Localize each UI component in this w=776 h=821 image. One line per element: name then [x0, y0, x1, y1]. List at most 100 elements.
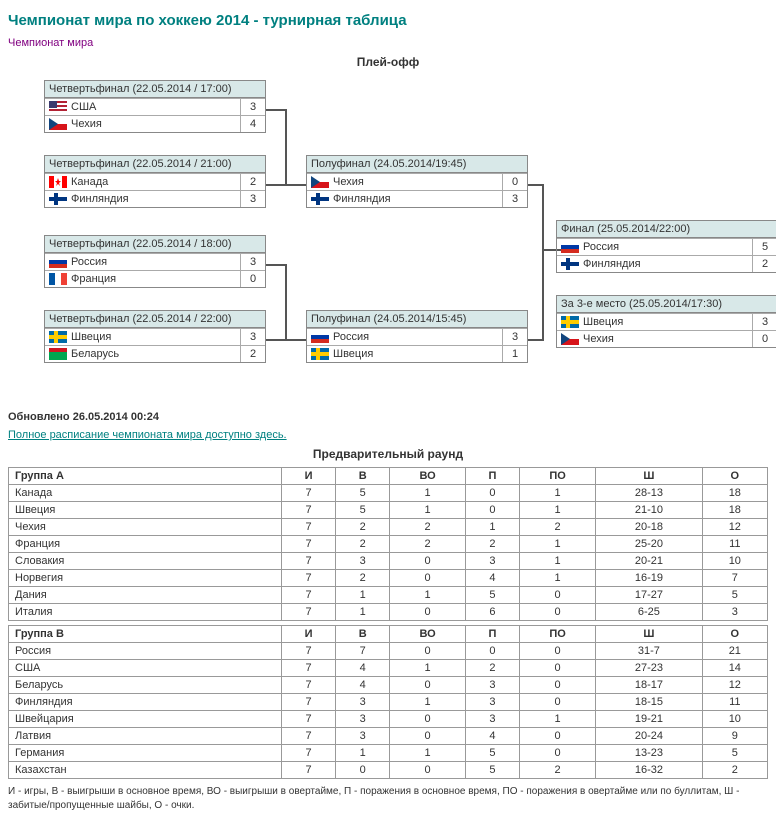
- page-title: Чемпионат мира по хоккею 2014 - турнирна…: [8, 12, 768, 29]
- team-name: Швеция: [583, 314, 752, 330]
- stat-cell: 6-25: [596, 604, 702, 621]
- stat-cell: 4: [336, 677, 390, 694]
- team-cell: Швейцария: [9, 711, 282, 728]
- flag-icon: [49, 256, 67, 268]
- quarterfinal-4: Четвертьфинал (22.05.2014 / 22:00)Швеция…: [44, 310, 266, 363]
- stat-cell: 1: [336, 604, 390, 621]
- stat-cell: 3: [465, 711, 519, 728]
- stat-cell: 3: [336, 694, 390, 711]
- stat-cell: 13-23: [596, 745, 702, 762]
- stat-cell: 9: [702, 728, 767, 745]
- flag-icon: [49, 118, 67, 130]
- stat-cell: 7: [282, 660, 336, 677]
- team-name: Финляндия: [71, 191, 240, 207]
- stat-cell: 5: [465, 587, 519, 604]
- stat-cell: 0: [390, 604, 466, 621]
- stat-cell: 1: [519, 553, 595, 570]
- col-header: Ш: [596, 468, 702, 485]
- table-row: Россия7700031-721: [9, 643, 768, 660]
- table-row: Дания7115017-275: [9, 587, 768, 604]
- stat-cell: 2: [336, 570, 390, 587]
- stat-cell: 1: [336, 587, 390, 604]
- stat-cell: 20-24: [596, 728, 702, 745]
- legend-text: И - игры, В - выигрыши в основное время,…: [8, 785, 768, 813]
- table-row: Италия710606-253: [9, 604, 768, 621]
- stat-cell: 6: [465, 604, 519, 621]
- stat-cell: 1: [519, 485, 595, 502]
- match-header: Полуфинал (24.05.2014/15:45): [307, 311, 527, 328]
- stat-cell: 7: [702, 570, 767, 587]
- stat-cell: 16-19: [596, 570, 702, 587]
- stat-cell: 2: [390, 519, 466, 536]
- team-cell: Беларусь: [9, 677, 282, 694]
- match-header: Четвертьфинал (22.05.2014 / 21:00): [45, 156, 265, 173]
- stat-cell: 1: [390, 485, 466, 502]
- team-score: 3: [502, 329, 527, 345]
- col-header: В: [336, 468, 390, 485]
- flag-icon: [311, 348, 329, 360]
- match-header: Полуфинал (24.05.2014/19:45): [307, 156, 527, 173]
- full-schedule-link[interactable]: Полное расписание чемпионата мира доступ…: [8, 429, 768, 441]
- team-score: 0: [752, 331, 776, 347]
- col-header: ПО: [519, 468, 595, 485]
- stat-cell: 3: [702, 604, 767, 621]
- match-header: Четвертьфинал (22.05.2014 / 17:00): [45, 81, 265, 98]
- flag-icon: [49, 176, 67, 188]
- group-b-table: Группа BИВВОППОШОРоссия7700031-721США741…: [8, 625, 768, 779]
- table-row: Норвегия7204116-197: [9, 570, 768, 587]
- stat-cell: 3: [336, 728, 390, 745]
- group-name: Группа B: [9, 626, 282, 643]
- team-cell: США: [9, 660, 282, 677]
- flag-icon: [49, 348, 67, 360]
- team-name: Франция: [71, 271, 240, 287]
- stat-cell: 0: [465, 502, 519, 519]
- playoff-heading: Плей-офф: [8, 55, 768, 69]
- team-score: 2: [240, 346, 265, 362]
- stat-cell: 7: [282, 745, 336, 762]
- stat-cell: 7: [282, 485, 336, 502]
- flag-icon: [561, 241, 579, 253]
- stat-cell: 10: [702, 711, 767, 728]
- team-name: Канада: [71, 174, 240, 190]
- match-header: За 3-е место (25.05.2014/17:30): [557, 296, 776, 313]
- stat-cell: 0: [390, 677, 466, 694]
- stat-cell: 0: [519, 728, 595, 745]
- col-header: ВО: [390, 468, 466, 485]
- stat-cell: 2: [336, 536, 390, 553]
- team-cell: Канада: [9, 485, 282, 502]
- quarterfinal-3: Четвертьфинал (22.05.2014 / 18:00)Россия…: [44, 235, 266, 288]
- team-name: США: [71, 99, 240, 115]
- stat-cell: 0: [465, 485, 519, 502]
- stat-cell: 0: [519, 587, 595, 604]
- stat-cell: 18: [702, 485, 767, 502]
- breadcrumb[interactable]: Чемпионат мира: [8, 37, 768, 49]
- group-name: Группа A: [9, 468, 282, 485]
- stat-cell: 7: [282, 677, 336, 694]
- stat-cell: 2: [519, 762, 595, 779]
- team-name: Чехия: [583, 331, 752, 347]
- flag-icon: [49, 193, 67, 205]
- team-cell: Норвегия: [9, 570, 282, 587]
- stat-cell: 3: [336, 553, 390, 570]
- table-row: Беларусь7403018-1712: [9, 677, 768, 694]
- final-match: Финал (25.05.2014/22:00)Россия5Финляндия…: [556, 220, 776, 273]
- table-row: США7412027-2314: [9, 660, 768, 677]
- stat-cell: 27-23: [596, 660, 702, 677]
- col-header: ВО: [390, 626, 466, 643]
- stat-cell: 10: [702, 553, 767, 570]
- stat-cell: 7: [282, 762, 336, 779]
- team-name: Швеция: [333, 346, 502, 362]
- match-header: Четвертьфинал (22.05.2014 / 18:00): [45, 236, 265, 253]
- stat-cell: 18: [702, 502, 767, 519]
- stat-cell: 0: [519, 677, 595, 694]
- team-name: Швеция: [71, 329, 240, 345]
- flag-icon: [49, 273, 67, 285]
- flag-icon: [561, 333, 579, 345]
- stat-cell: 0: [390, 728, 466, 745]
- col-header: О: [702, 626, 767, 643]
- prelim-heading: Предварительный раунд: [8, 447, 768, 461]
- stat-cell: 0: [390, 643, 466, 660]
- stat-cell: 7: [282, 570, 336, 587]
- col-header: И: [282, 468, 336, 485]
- team-cell: Казахстан: [9, 762, 282, 779]
